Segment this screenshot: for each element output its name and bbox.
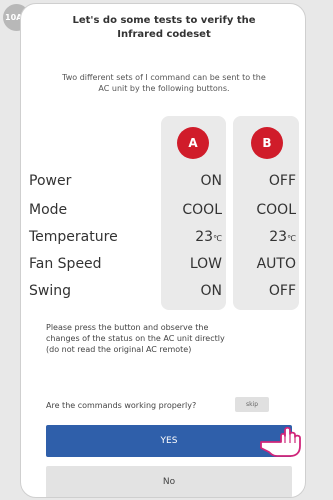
page-title: Let's do some tests to verify the Infrar… <box>21 14 305 42</box>
row-fan-speed: Fan Speed LOW AUTO <box>21 253 305 275</box>
observe-note: Please press the button and observe the … <box>46 322 291 355</box>
row-temperature: Temperature 23℃ 23℃ <box>21 226 305 248</box>
value-a: ON <box>200 173 223 189</box>
skip-button[interactable]: skip <box>235 397 269 412</box>
value-b: AUTO <box>256 256 296 272</box>
value-a: ON <box>200 283 223 299</box>
row-label: Power <box>29 173 72 189</box>
value-b: COOL <box>256 202 296 218</box>
instructions: Two different sets of I command can be s… <box>35 72 293 94</box>
desc-line-1: Two different sets of I command can be s… <box>62 73 266 82</box>
row-label: Mode <box>29 202 68 218</box>
yes-button[interactable]: YES <box>46 425 292 457</box>
unit-celsius: ℃ <box>287 234 296 243</box>
value-a: 23℃ <box>195 229 222 245</box>
title-line-1: Let's do some tests to verify the <box>72 15 256 26</box>
row-swing: Swing ON OFF <box>21 280 305 302</box>
send-b-button[interactable]: B <box>251 127 283 159</box>
note-line-2: changes of the status on the AC unit dir… <box>46 334 225 343</box>
unit-celsius: ℃ <box>213 234 222 243</box>
value-b: OFF <box>268 283 296 299</box>
row-mode: Mode COOL COOL <box>21 199 305 221</box>
row-label: Swing <box>29 283 71 299</box>
title-line-2: Infrared codeset <box>117 29 211 40</box>
row-label: Fan Speed <box>29 256 102 272</box>
no-button[interactable]: No <box>46 466 292 497</box>
value-a: LOW <box>189 256 222 272</box>
note-line-1: Please press the button and observe the <box>46 323 209 332</box>
value-b: OFF <box>268 173 296 189</box>
working-question: Are the commands working properly? <box>46 401 197 410</box>
value-a: COOL <box>182 202 222 218</box>
phone-screen: Let's do some tests to verify the Infrar… <box>20 3 306 498</box>
row-label: Temperature <box>29 229 118 245</box>
value-b: 23℃ <box>269 229 296 245</box>
send-a-button[interactable]: A <box>177 127 209 159</box>
desc-line-2: AC unit by the following buttons. <box>98 84 230 93</box>
row-power: Power ON OFF <box>21 170 305 192</box>
hand-pointer-icon <box>260 426 301 457</box>
note-line-3: (do not read the original AC remote) <box>46 345 192 354</box>
